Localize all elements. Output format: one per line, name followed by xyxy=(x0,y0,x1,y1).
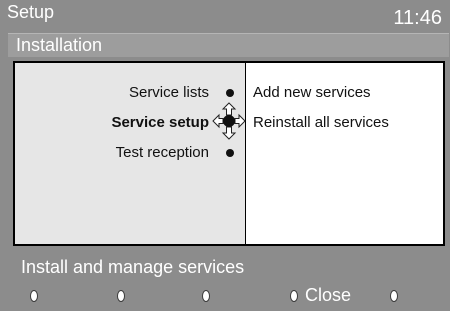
tv-screen: Setup 11:46 Installation Service lists S… xyxy=(0,0,450,311)
soft-key-dot-icon xyxy=(290,290,298,302)
menu-item-service-lists[interactable]: Service lists xyxy=(129,84,209,102)
soft-key-dot-icon xyxy=(117,290,125,302)
status-bar: Install and manage services xyxy=(8,252,449,278)
status-text: Install and manage services xyxy=(21,257,245,277)
option-add-new-services[interactable]: Add new services xyxy=(253,84,371,102)
soft-key-dot-icon xyxy=(30,290,38,302)
menu-bullet-icon xyxy=(226,89,234,97)
navigation-cursor-icon xyxy=(212,102,246,140)
soft-key-dot-icon xyxy=(202,290,210,302)
menu-item-test-reception[interactable]: Test reception xyxy=(116,144,209,162)
soft-key-bar: Close xyxy=(0,278,450,311)
clock: 11:46 xyxy=(393,7,442,29)
close-label: Close xyxy=(305,285,352,305)
header-bar: Setup 11:46 xyxy=(0,0,450,33)
menu-item-service-setup[interactable]: Service setup xyxy=(111,114,209,132)
page-title: Setup xyxy=(7,2,55,22)
soft-key-dot-icon xyxy=(390,290,398,302)
submenu: Add new services Reinstall all services xyxy=(246,63,443,244)
option-reinstall-all-services[interactable]: Reinstall all services xyxy=(253,114,389,132)
menu-panel: Service lists Service setup Test recepti… xyxy=(13,61,445,246)
section-header: Installation xyxy=(8,33,449,57)
section-title: Installation xyxy=(16,35,103,55)
main-menu: Service lists Service setup Test recepti… xyxy=(15,63,245,244)
menu-bullet-icon xyxy=(226,149,234,157)
